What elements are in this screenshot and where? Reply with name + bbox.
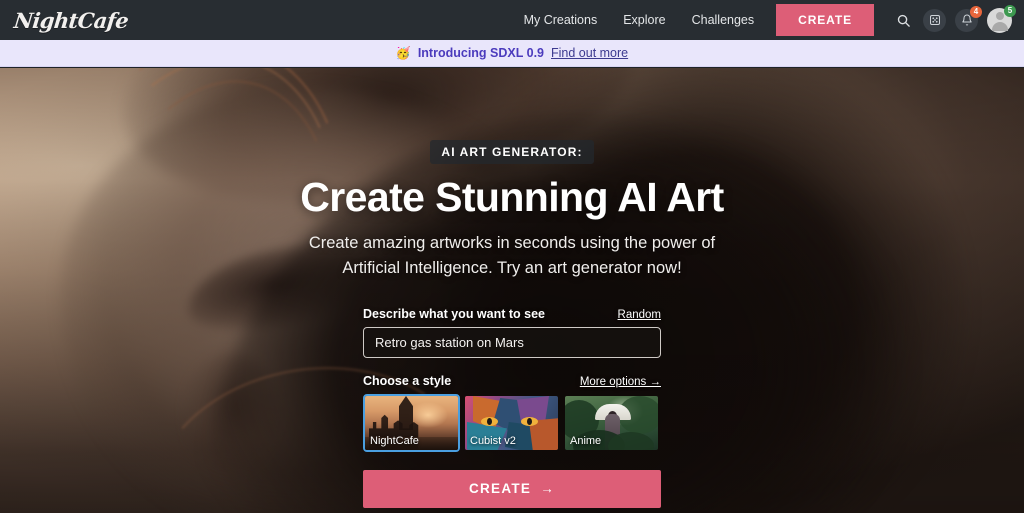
more-options-link[interactable]: More options → <box>580 376 661 388</box>
style-card-list: NightCafe Cubist v2 Anime <box>363 393 661 452</box>
random-prompt-link[interactable]: Random <box>618 309 661 321</box>
nav-links: My Creations Explore Challenges <box>524 13 755 27</box>
page-root: NightCafe My Creations Explore Challenge… <box>0 0 1024 513</box>
announcement-find-out-more-link[interactable]: Find out more <box>551 46 628 60</box>
notification-count-badge: 4 <box>970 5 982 18</box>
user-avatar[interactable]: 5 <box>987 4 1016 33</box>
party-face-emoji-icon: 🥳 <box>395 46 411 60</box>
style-section: Choose a style More options → NightCafe <box>363 374 661 452</box>
style-card-cubist-v2[interactable]: Cubist v2 <box>463 394 560 452</box>
nightcafe-logo[interactable]: NightCafe <box>13 8 130 33</box>
prompt-input[interactable] <box>363 326 661 358</box>
prompt-label: Describe what you want to see <box>363 306 545 321</box>
style-name-nightcafe: NightCafe <box>370 434 419 447</box>
nav-item-challenges[interactable]: Challenges <box>692 13 755 27</box>
nav-icon-group: 4 5 <box>892 4 1016 33</box>
style-label-row: Choose a style More options → <box>363 374 661 388</box>
search-icon[interactable] <box>892 9 914 31</box>
nav-create-button[interactable]: CREATE <box>776 4 874 36</box>
create-submit-label: CREATE <box>468 481 532 497</box>
style-card-nightcafe[interactable]: NightCafe <box>363 393 460 452</box>
arrow-right-icon: → <box>540 481 556 497</box>
announcement-text: Introducing SDXL 0.9 <box>417 46 544 60</box>
style-label: Choose a style <box>363 373 452 388</box>
hero-eyebrow-badge: AI ART GENERATOR: <box>430 140 594 164</box>
hero-section: AI ART GENERATOR: Create Stunning AI Art… <box>0 68 1024 513</box>
page-title: Create Stunning AI Art <box>300 174 724 220</box>
generator-form: Describe what you want to see Random Cho… <box>363 307 661 513</box>
nav-item-my-creations[interactable]: My Creations <box>524 13 598 27</box>
create-submit-button[interactable]: CREATE → <box>363 469 661 508</box>
hero-subtitle: Create amazing artworks in seconds using… <box>308 234 716 278</box>
credit-count-badge: 5 <box>1004 4 1016 17</box>
style-name-cubist-v2: Cubist v2 <box>470 434 516 447</box>
top-navigation-bar: NightCafe My Creations Explore Challenge… <box>0 0 1024 40</box>
style-card-anime[interactable]: Anime <box>563 394 660 452</box>
style-name-anime: Anime <box>570 434 602 447</box>
nav-item-explore[interactable]: Explore <box>623 13 665 27</box>
notifications-bell-icon[interactable]: 4 <box>955 5 982 32</box>
announcement-banner: 🥳 Introducing SDXL 0.9 Find out more <box>0 40 1024 67</box>
image-stack-icon[interactable] <box>923 8 946 32</box>
hero-content: AI ART GENERATOR: Create Stunning AI Art… <box>0 68 1024 513</box>
prompt-label-row: Describe what you want to see Random <box>363 307 661 321</box>
